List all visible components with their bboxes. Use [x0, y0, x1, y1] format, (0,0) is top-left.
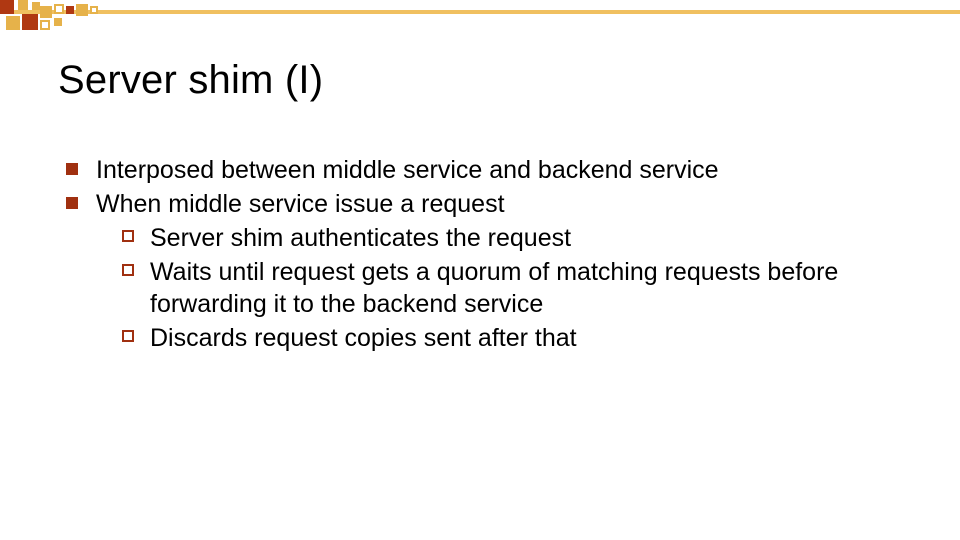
bullet-lvl2: Server shim authenticates the request: [122, 222, 920, 254]
bullet-lvl1: Interposed between middle service and ba…: [66, 154, 920, 186]
deco-square: [0, 0, 14, 14]
bullet-lvl1: When middle service issue a request Serv…: [66, 188, 920, 354]
slide-deco: [0, 0, 960, 44]
bullet-lvl2: Discards request copies sent after that: [122, 322, 920, 354]
deco-square: [18, 0, 28, 10]
deco-square: [40, 20, 50, 30]
deco-square: [22, 14, 38, 30]
slide-title: Server shim (I): [58, 58, 323, 103]
deco-square: [32, 2, 40, 10]
bullet-text: When middle service issue a request: [96, 190, 505, 218]
deco-square: [66, 6, 74, 14]
deco-square: [90, 6, 98, 14]
deco-square: [54, 4, 64, 14]
deco-square: [40, 6, 52, 18]
deco-square: [54, 18, 62, 26]
deco-square: [6, 16, 20, 30]
slide: Server shim (I) Interposed between middl…: [0, 0, 960, 540]
bullet-lvl2: Waits until request gets a quorum of mat…: [122, 256, 920, 320]
slide-body: Interposed between middle service and ba…: [66, 154, 920, 356]
deco-square: [76, 4, 88, 16]
deco-bar: [0, 10, 960, 14]
